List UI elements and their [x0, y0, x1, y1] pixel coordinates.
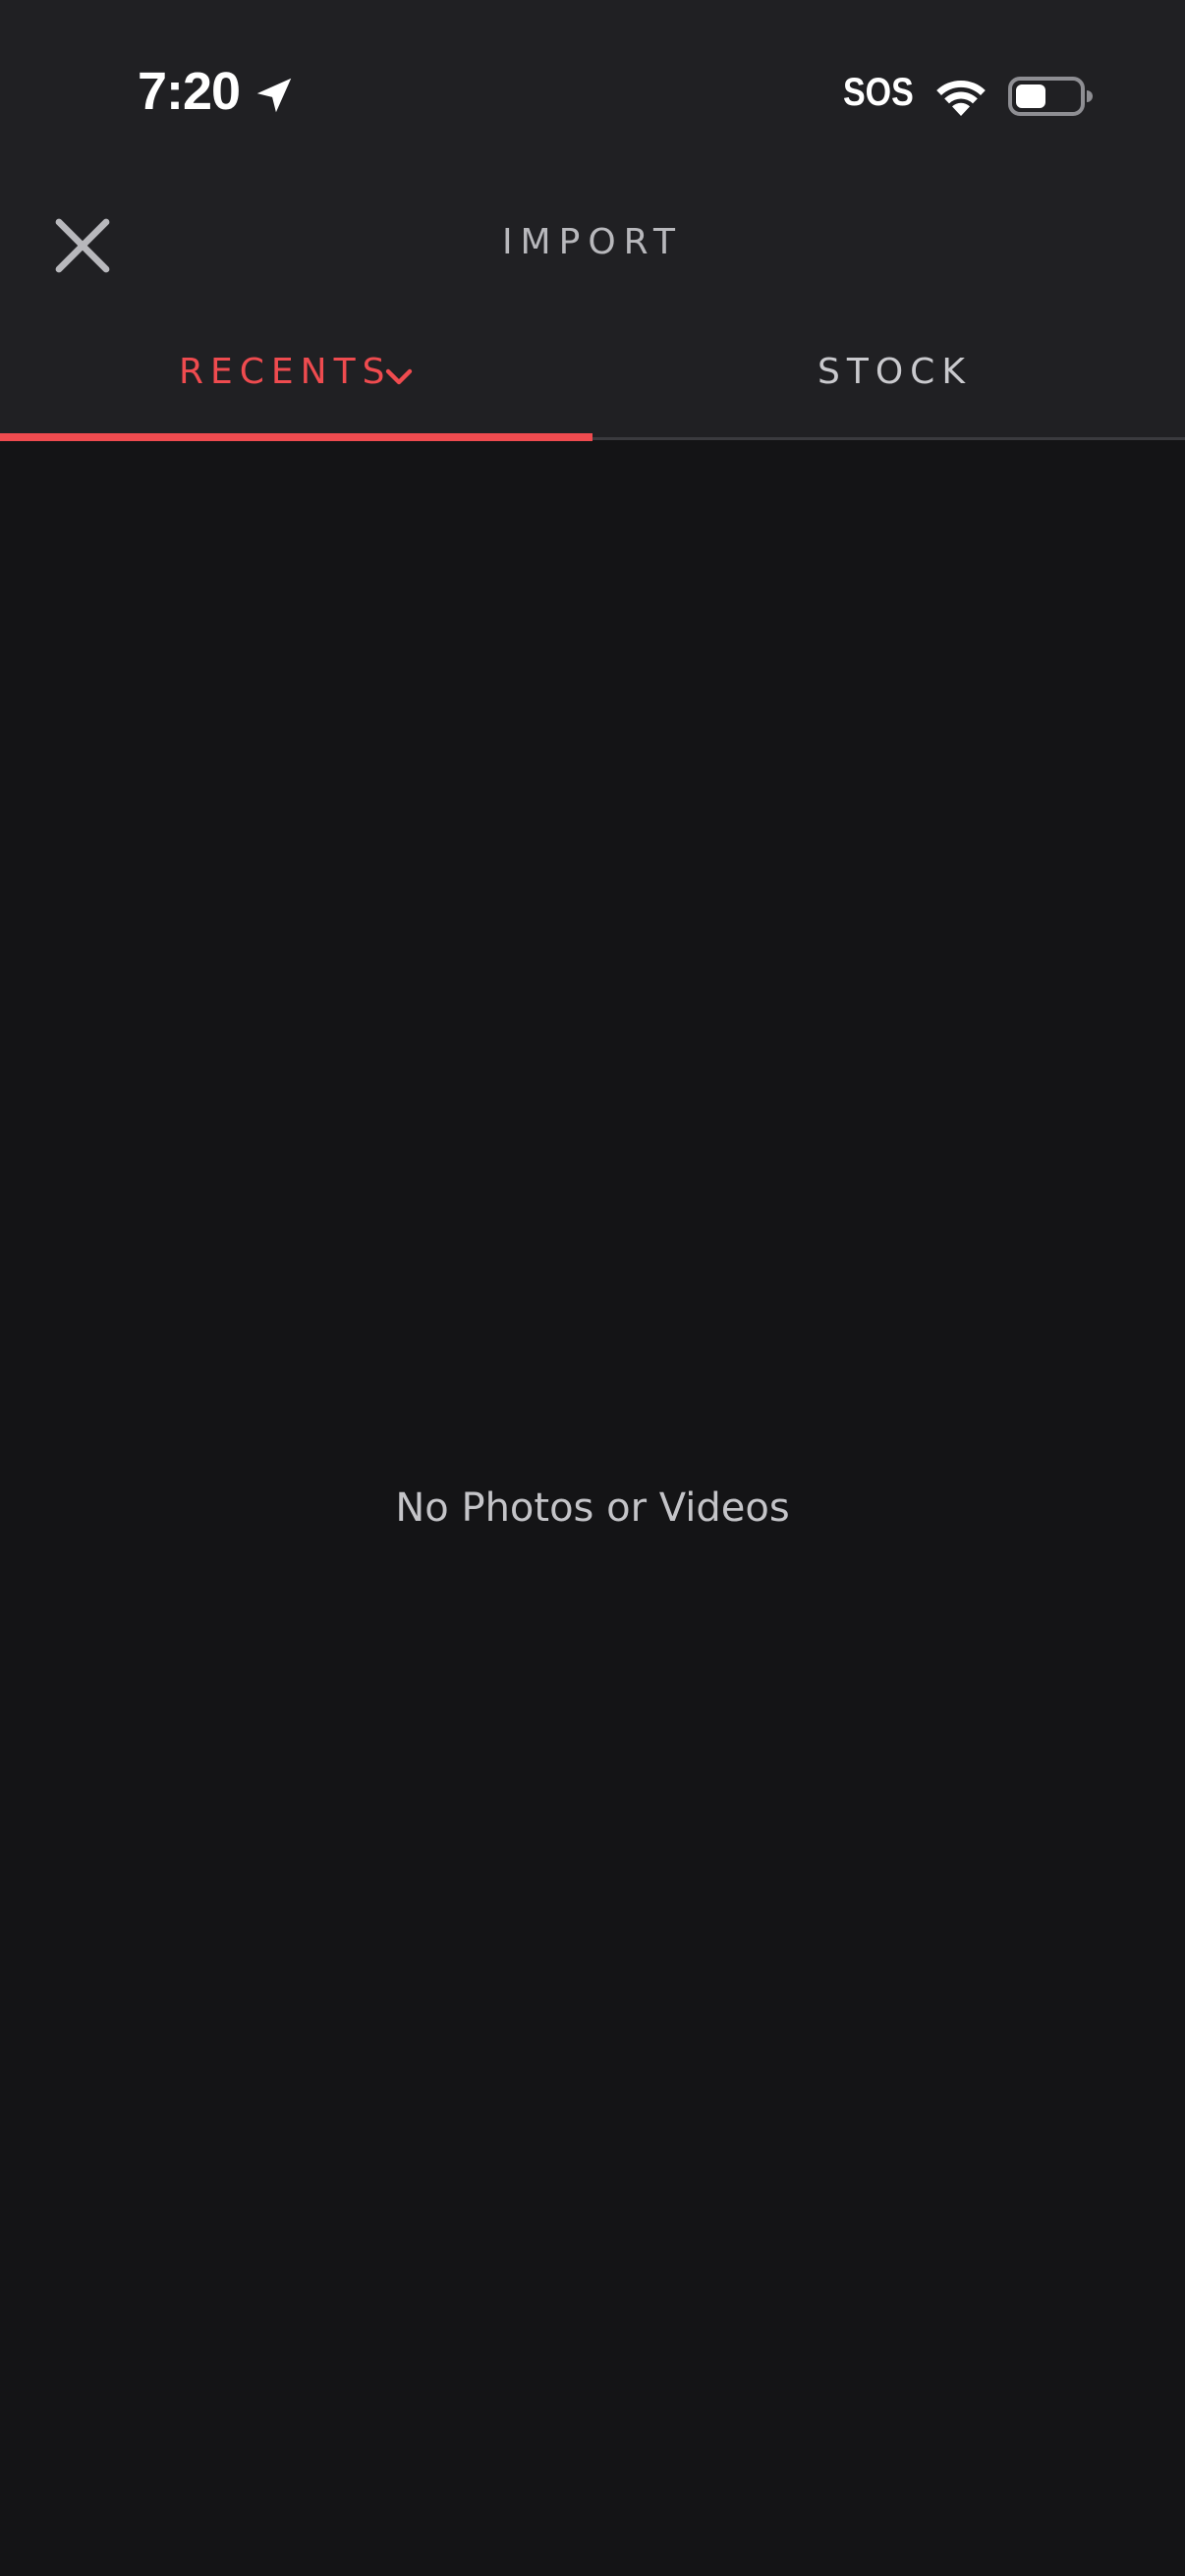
tab-stock[interactable]: STOCK [818, 352, 972, 392]
battery-icon [1008, 77, 1093, 116]
active-tab-indicator [0, 433, 592, 441]
status-time: 7:20 [138, 62, 241, 121]
header: 7:20 SOS IMPORT RECENTS STOCK [0, 0, 1185, 441]
location-arrow-icon [256, 78, 292, 113]
page-title: IMPORT [501, 222, 684, 262]
tab-recents[interactable]: RECENTS [179, 352, 391, 392]
empty-state-message: No Photos or Videos [395, 1485, 790, 1531]
tab-divider [592, 437, 1185, 440]
sos-indicator: SOS [843, 71, 914, 114]
chevron-down-icon[interactable] [385, 367, 413, 387]
wifi-icon [936, 80, 986, 116]
status-bar: 7:20 SOS [0, 0, 1185, 187]
